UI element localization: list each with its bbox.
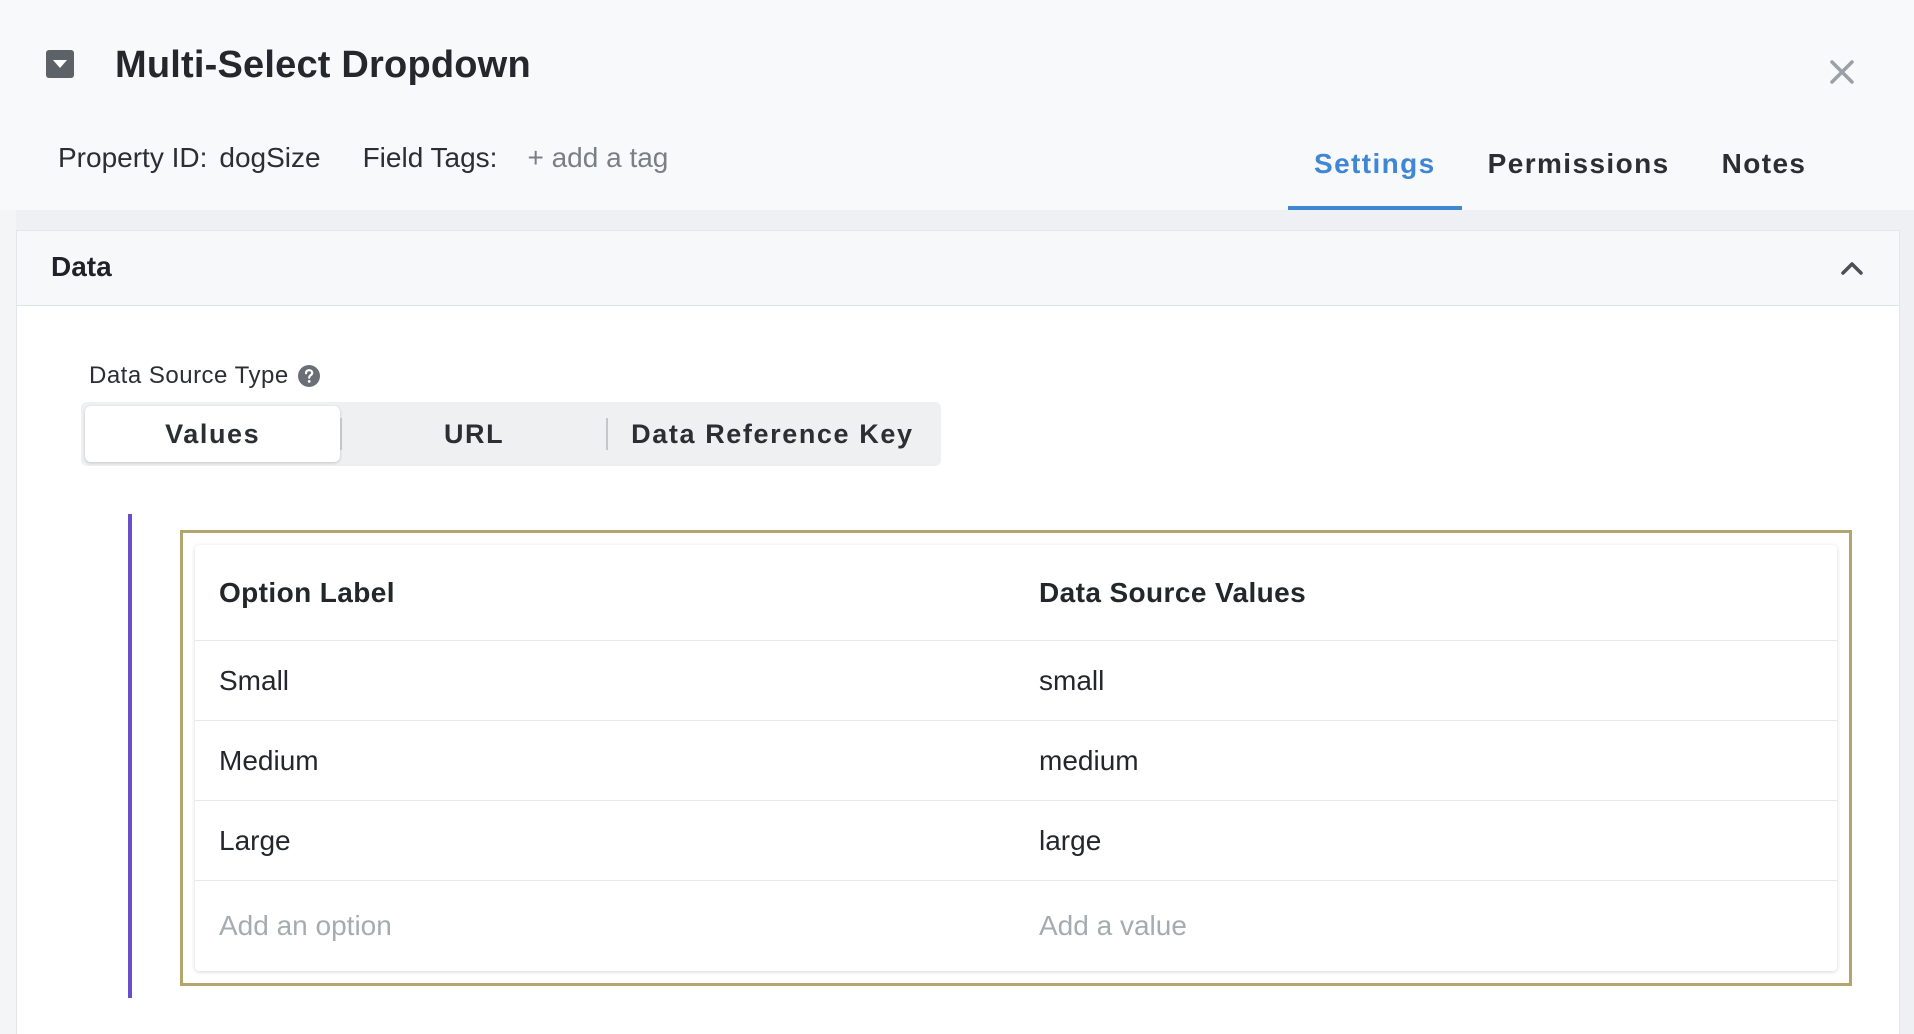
tab-notes[interactable]: Notes [1696, 140, 1833, 210]
option-label-cell[interactable]: Medium [219, 721, 319, 800]
option-value-cell[interactable]: medium [1039, 721, 1139, 800]
data-source-url-option[interactable]: URL [342, 406, 605, 462]
data-section-title: Data [51, 251, 112, 282]
option-value-cell[interactable]: large [1039, 801, 1101, 880]
property-id-label: Property ID: [58, 142, 208, 173]
chevron-up-icon[interactable] [1835, 251, 1869, 285]
data-source-type-label: Data Source Type [89, 362, 289, 389]
close-button[interactable] [1822, 52, 1862, 92]
property-meta-row: Property ID: dogSize Field Tags: + add a… [58, 138, 668, 178]
dialog-tabs: Settings Permissions Notes [1288, 140, 1832, 210]
close-icon [1830, 60, 1854, 84]
option-label-cell[interactable]: Small [219, 641, 289, 720]
background-app-edge [0, 205, 16, 1034]
new-option-row: Add an option Add a value [195, 881, 1837, 971]
options-table: Option Label Data Source Values Small sm… [195, 545, 1837, 971]
add-value-input[interactable]: Add a value [1039, 881, 1187, 971]
table-row: Small small [195, 641, 1837, 721]
data-source-reference-key-option[interactable]: Data Reference Key [608, 406, 937, 462]
data-source-type-selector: Values URL Data Reference Key [81, 402, 941, 466]
table-header-row: Option Label Data Source Values [195, 545, 1837, 641]
data-section-header[interactable]: Data [17, 230, 1899, 306]
data-source-values-option[interactable]: Values [85, 406, 341, 462]
add-tag-link[interactable]: + add a tag [527, 142, 668, 174]
column-header-option-label: Option Label [219, 576, 395, 608]
options-table-frame: Option Label Data Source Values Small sm… [180, 530, 1852, 986]
dialog-title: Multi-Select Dropdown [115, 44, 531, 86]
option-label-cell[interactable]: Large [219, 801, 291, 880]
data-panel: Data Data Source Type Values URL Data Re… [16, 230, 1900, 1034]
dialog-header: Multi-Select Dropdown Property ID: dogSi… [0, 0, 1914, 210]
property-id-value: dogSize [219, 142, 321, 173]
tab-settings[interactable]: Settings [1288, 140, 1462, 210]
question-circle-icon[interactable] [297, 364, 321, 388]
section-accent-bar [128, 514, 132, 998]
column-header-data-source-values: Data Source Values [1039, 576, 1307, 608]
table-row: Large large [195, 801, 1837, 881]
field-tags-label: Field Tags: [362, 142, 498, 173]
option-value-cell[interactable]: small [1039, 641, 1104, 720]
table-row: Medium medium [195, 721, 1837, 801]
tab-permissions[interactable]: Permissions [1462, 140, 1696, 210]
add-option-input[interactable]: Add an option [219, 881, 392, 971]
data-source-type-label-row: Data Source Type [89, 362, 321, 390]
dropdown-caret-icon [46, 50, 74, 78]
